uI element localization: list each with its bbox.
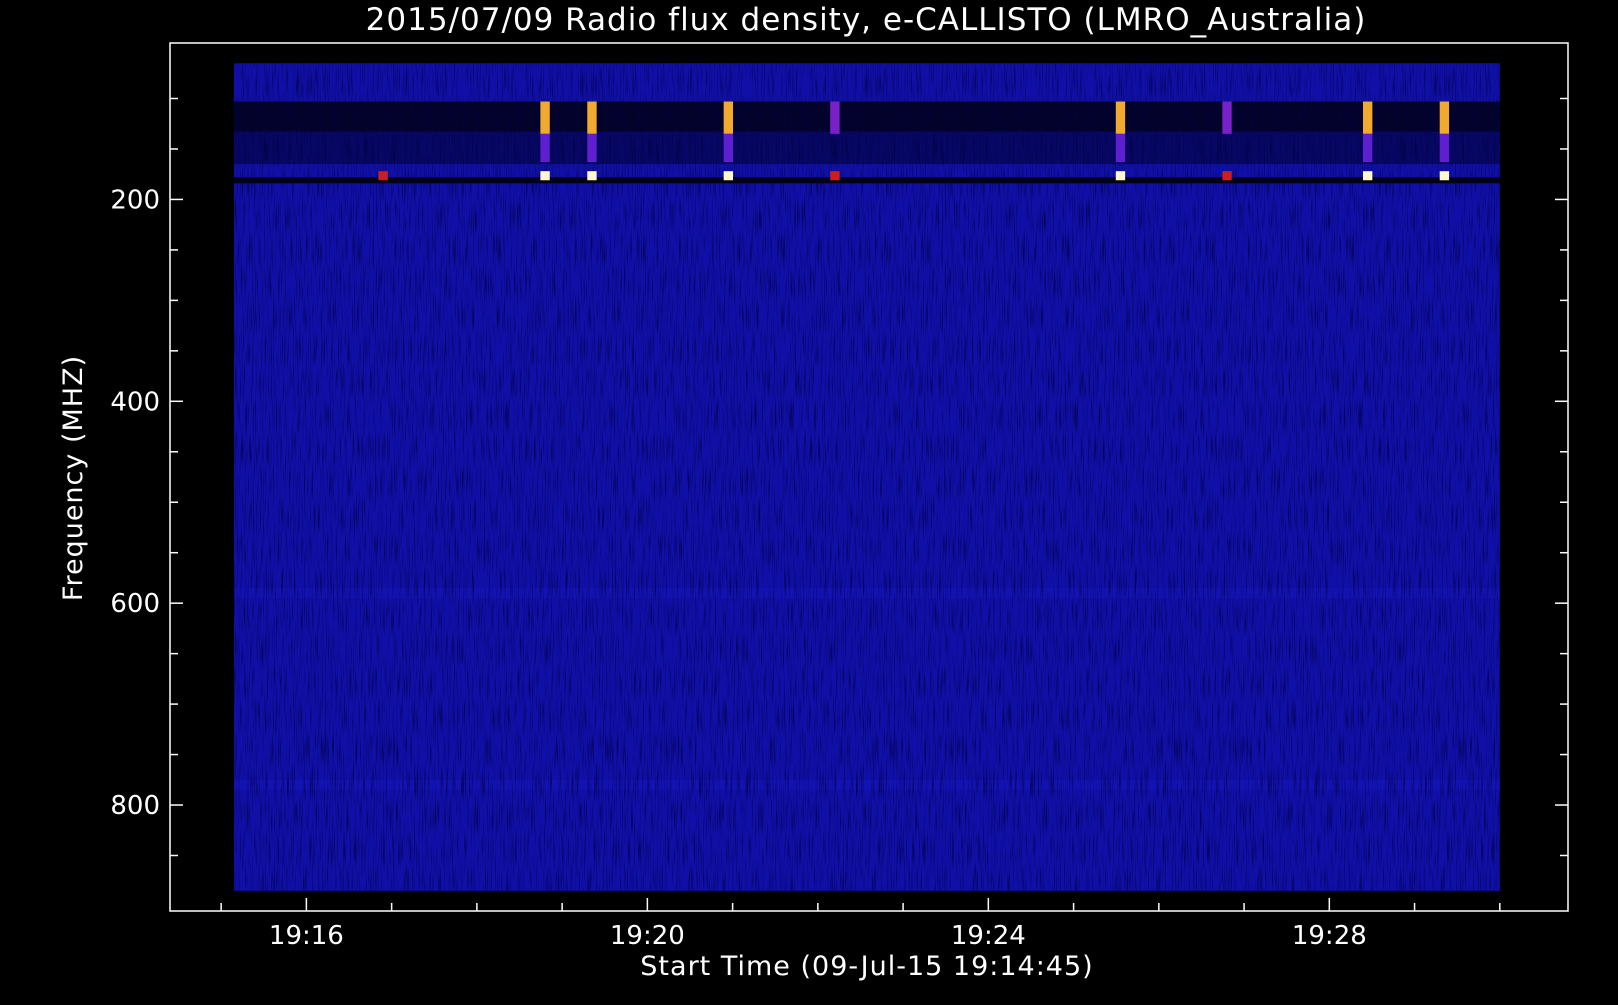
y-tick-label: 200: [110, 185, 160, 215]
burst-mark: [1362, 101, 1373, 134]
y-axis-label: Frequency (MHZ): [58, 355, 89, 601]
burst-mark: [378, 171, 388, 181]
burst-mark: [1439, 171, 1450, 181]
x-tick-label: 19:28: [1292, 921, 1367, 951]
burst-mark: [723, 171, 734, 181]
burst-mark: [1222, 101, 1232, 134]
burst-mark: [1115, 171, 1126, 181]
burst-mark: [587, 133, 597, 163]
y-tick-label: 600: [110, 589, 160, 619]
burst-mark: [830, 171, 840, 181]
y-tick-label: 800: [110, 791, 160, 821]
x-tick-label: 19:20: [610, 921, 685, 951]
burst-mark: [540, 171, 550, 181]
burst-mark: [723, 133, 734, 163]
burst-mark: [723, 101, 734, 134]
chart-title: 2015/07/09 Radio flux density, e-CALLIST…: [366, 2, 1367, 38]
burst-mark: [540, 101, 550, 134]
spectrogram-chart: 2015/07/09 Radio flux density, e-CALLIST…: [0, 0, 1618, 1000]
burst-mark: [1115, 101, 1126, 134]
burst-mark: [540, 133, 550, 163]
burst-mark: [1362, 171, 1373, 181]
burst-mark: [830, 101, 840, 134]
burst-mark: [1439, 133, 1450, 163]
burst-mark: [1439, 101, 1450, 134]
burst-mark: [587, 171, 597, 181]
chart-svg: 2015/07/09 Radio flux density, e-CALLIST…: [58, 2, 1569, 982]
x-tick-label: 19:16: [269, 921, 344, 951]
burst-mark: [587, 101, 597, 134]
x-axis-label: Start Time (09-Jul-15 19:14:45): [640, 951, 1093, 982]
x-tick-label: 19:24: [951, 921, 1026, 951]
burst-mark: [1222, 171, 1232, 181]
burst-mark: [1362, 133, 1373, 163]
y-tick-label: 400: [110, 387, 160, 417]
noise-overlay: [233, 63, 1500, 891]
burst-mark: [1115, 133, 1126, 163]
